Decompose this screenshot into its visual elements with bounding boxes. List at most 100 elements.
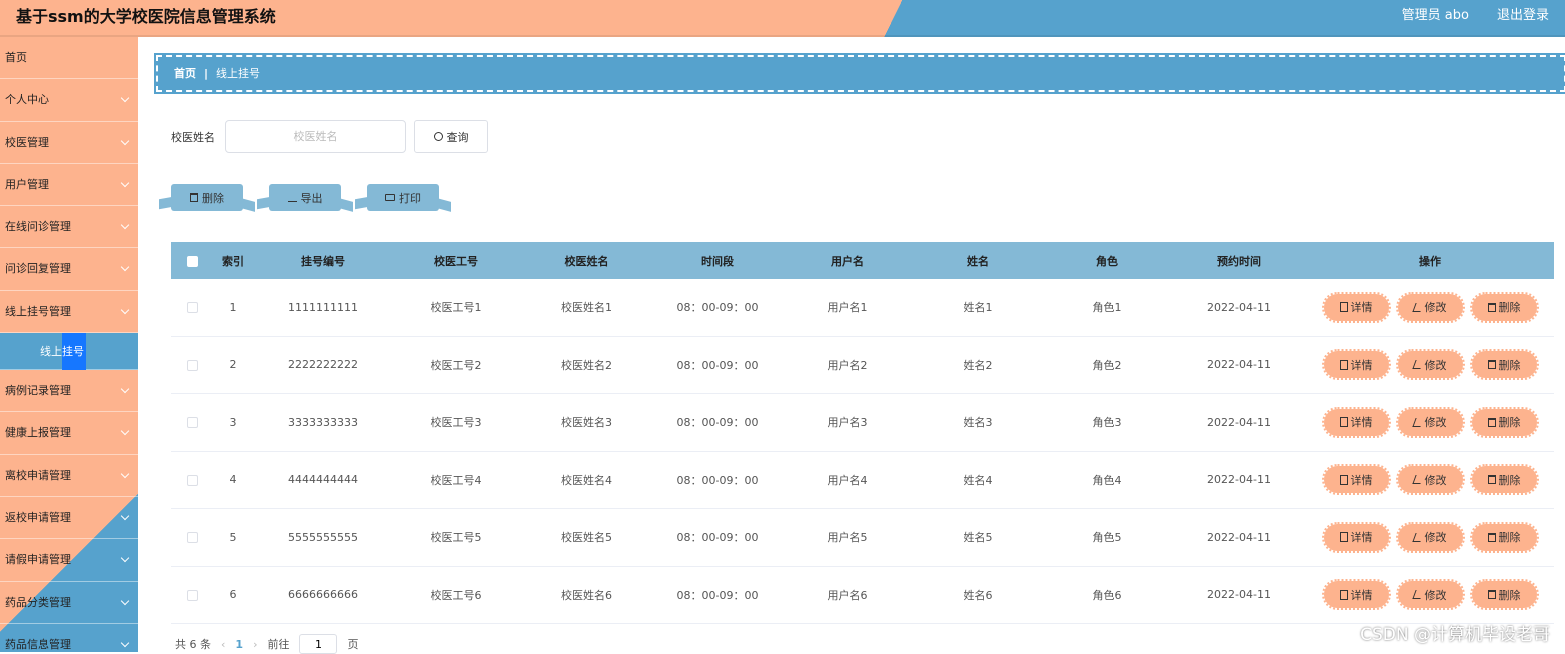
- sidebar-item-leave-school[interactable]: 离校申请管理: [0, 455, 138, 497]
- sidebar-item-drug-category[interactable]: 药品分类管理: [0, 582, 138, 624]
- delete-button[interactable]: 删除: [1469, 579, 1539, 611]
- print-button[interactable]: 打印: [367, 184, 439, 211]
- username-cell: 用户名1: [827, 301, 868, 315]
- edit-button[interactable]: 修改: [1395, 291, 1465, 323]
- sidebar-item-case-records[interactable]: 病例记录管理: [0, 370, 138, 413]
- appointment-time-cell: 2022-04-11: [1207, 358, 1271, 372]
- col-header: 用户名: [831, 254, 864, 268]
- delete-button[interactable]: 删除: [1469, 464, 1539, 496]
- sidebar-item-consult-reply[interactable]: 问诊回复管理: [0, 248, 138, 291]
- sidebar-item-home[interactable]: 首页: [0, 37, 138, 80]
- row-index-cell: 2: [229, 358, 237, 372]
- trash-icon: [1487, 360, 1496, 370]
- detail-button[interactable]: 详情: [1321, 464, 1391, 496]
- prev-page-button[interactable]: ‹: [221, 638, 225, 651]
- name-cell: 姓名6: [963, 588, 993, 602]
- time-slot-cell: 08：00-09：00: [676, 301, 759, 315]
- row-actions: 详情 修改 删除: [1306, 579, 1554, 611]
- export-button[interactable]: 导出: [269, 184, 341, 211]
- row-checkbox[interactable]: [186, 302, 198, 314]
- row-index-cell: 4: [229, 473, 237, 487]
- breadcrumb-home[interactable]: 首页: [174, 67, 196, 80]
- edit-button[interactable]: 修改: [1395, 464, 1465, 496]
- edit-button[interactable]: 修改: [1395, 579, 1465, 611]
- detail-label: 详情: [1350, 531, 1373, 545]
- row-checkbox[interactable]: [186, 532, 198, 544]
- select-all-checkbox[interactable]: [186, 255, 198, 267]
- edit-button[interactable]: 修改: [1395, 349, 1465, 381]
- delete-button[interactable]: 删除: [1469, 291, 1539, 323]
- edit-button[interactable]: 修改: [1395, 521, 1465, 553]
- sidebar-item-online-consult[interactable]: 在线问诊管理: [0, 206, 138, 249]
- sidebar-item-health-report[interactable]: 健康上报管理: [0, 412, 138, 455]
- detail-button[interactable]: 详情: [1321, 406, 1391, 438]
- username-cell: 用户名6: [827, 588, 868, 602]
- delete-button[interactable]: 删除: [1469, 349, 1539, 381]
- chevron-down-icon: [120, 263, 130, 272]
- doctor-name-cell: 校医姓名1: [561, 301, 612, 315]
- sidebar-item-online-registration[interactable]: 线上挂号管理: [0, 291, 138, 334]
- table-header: 索引 挂号编号 校医工号 校医姓名 时间段 用户名 姓名 角色 预约时间 操作: [171, 242, 1554, 279]
- sidebar-item-user-management[interactable]: 用户管理: [0, 164, 138, 207]
- doctor-name-search-input[interactable]: [225, 120, 406, 153]
- page-number[interactable]: 1: [235, 638, 243, 651]
- detail-label: 详情: [1350, 473, 1373, 487]
- row-checkbox[interactable]: [186, 359, 198, 371]
- batch-delete-button[interactable]: 删除: [171, 184, 243, 211]
- table-row: 3 3333333333 校医工号3 校医姓名3 08：00-09：00 用户名3 姓名3 角…: [171, 394, 1554, 452]
- row-index-cell: 1: [229, 300, 237, 314]
- document-icon: [1339, 589, 1348, 600]
- chevron-down-icon: [120, 469, 130, 478]
- role-cell: 角色1: [1092, 301, 1122, 315]
- doctor-id-cell: 校医工号3: [430, 416, 482, 430]
- edit-label: 修改: [1424, 531, 1447, 545]
- row-checkbox[interactable]: [186, 589, 198, 601]
- row-index-cell: 6: [229, 588, 237, 602]
- sidebar-subitem-online-registration[interactable]: 线上挂号: [0, 333, 138, 371]
- detail-button[interactable]: 详情: [1321, 521, 1391, 553]
- next-page-button[interactable]: ›: [253, 638, 257, 651]
- search-icon: [433, 132, 443, 141]
- edit-icon: [1411, 532, 1424, 542]
- time-slot-cell: 08：00-09：00: [676, 473, 759, 487]
- breadcrumb-current: 线上挂号: [216, 67, 261, 80]
- chevron-down-icon: [120, 94, 130, 103]
- edit-icon: [1411, 475, 1424, 485]
- sidebar-item-doctor-management[interactable]: 校医管理: [0, 122, 138, 164]
- edit-label: 修改: [1424, 416, 1447, 430]
- goto-page-input[interactable]: [299, 634, 338, 654]
- edit-icon: [1411, 417, 1424, 427]
- query-button[interactable]: 查询: [414, 120, 488, 153]
- sidebar-item-leave-request[interactable]: 请假申请管理: [0, 539, 138, 582]
- doctor-id-cell: 校医工号4: [430, 473, 482, 487]
- sidebar-item-drug-info[interactable]: 药品信息管理: [0, 624, 138, 652]
- current-user[interactable]: 管理员 abo: [1402, 4, 1469, 23]
- row-checkbox[interactable]: [186, 474, 198, 486]
- sidebar-item-return-school[interactable]: 返校申请管理: [0, 497, 138, 540]
- sidebar-item-label: 请假申请管理: [5, 553, 71, 567]
- detail-button[interactable]: 详情: [1321, 291, 1391, 323]
- print-label: 打印: [399, 191, 421, 205]
- logout-link[interactable]: 退出登录: [1497, 4, 1549, 23]
- detail-label: 详情: [1350, 588, 1373, 602]
- sidebar-item-personal-center[interactable]: 个人中心: [0, 79, 138, 122]
- row-index-cell: 3: [229, 415, 237, 429]
- total-count: 共 6 条: [175, 638, 211, 651]
- appointment-time-cell: 2022-04-11: [1207, 300, 1271, 314]
- sidebar-item-label: 药品信息管理: [5, 637, 71, 651]
- delete-button[interactable]: 删除: [1469, 521, 1539, 553]
- header-user-area: 管理员 abo 退出登录: [1402, 4, 1549, 23]
- detail-button[interactable]: 详情: [1321, 349, 1391, 381]
- registration-number-cell: 1111111111: [288, 300, 358, 314]
- edit-button[interactable]: 修改: [1395, 406, 1465, 438]
- row-checkbox[interactable]: [186, 417, 198, 429]
- col-header: 索引: [222, 254, 244, 268]
- doctor-id-cell: 校医工号6: [430, 588, 482, 602]
- table-row: 1 1111111111 校医工号1 校医姓名1 08：00-09：00 用户名1 姓名1 角…: [171, 279, 1554, 337]
- chevron-down-icon: [120, 554, 130, 563]
- trash-icon: [1487, 590, 1496, 600]
- edit-label: 修改: [1424, 301, 1447, 315]
- role-cell: 角色2: [1092, 358, 1122, 372]
- delete-button[interactable]: 删除: [1469, 406, 1539, 438]
- detail-button[interactable]: 详情: [1321, 579, 1391, 611]
